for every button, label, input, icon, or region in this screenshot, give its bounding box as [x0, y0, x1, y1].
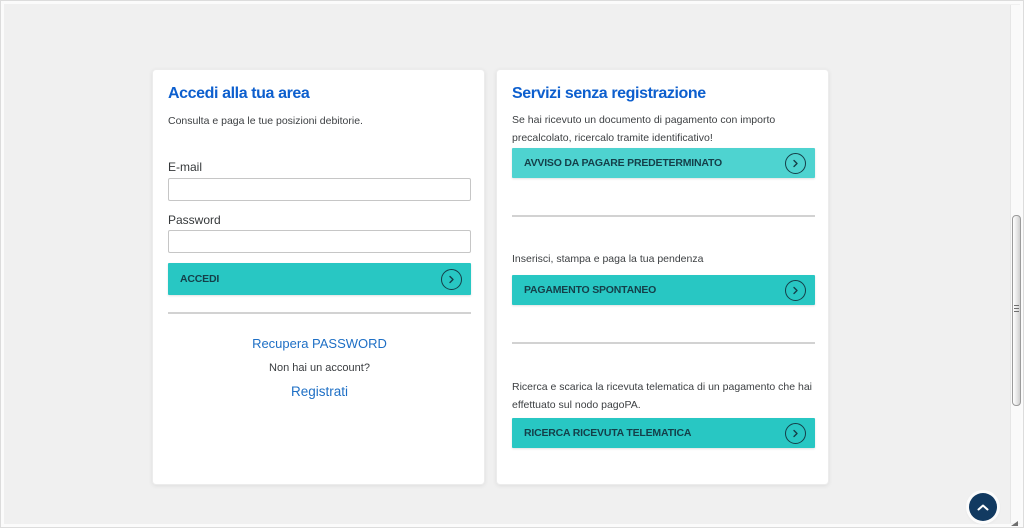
login-submit-label: ACCEDI — [180, 273, 219, 285]
button-label: PAGAMENTO SPONTANEO — [524, 284, 656, 296]
email-label: E-mail — [168, 160, 202, 174]
arrow-right-circle-icon — [785, 280, 806, 301]
no-account-text: Non hai un account? — [153, 362, 486, 374]
vertical-scrollbar-thumb[interactable] — [1012, 215, 1021, 406]
services-title: Servizi senza registrazione — [512, 85, 817, 103]
services-card: Servizi senza registrazione Se hai ricev… — [496, 69, 829, 485]
arrow-right-circle-icon — [785, 423, 806, 444]
service-description: Se hai ricevuto un documento di pagament… — [512, 112, 815, 148]
ricerca-ricevuta-button[interactable]: RICERCA RICEVUTA TELEMATICA — [512, 418, 815, 448]
email-input[interactable] — [168, 178, 471, 201]
recover-password-link[interactable]: Recupera PASSWORD — [153, 336, 486, 351]
vertical-scrollbar-track[interactable] — [1010, 5, 1021, 523]
login-card: Accedi alla tua area Consulta e paga le … — [152, 69, 485, 485]
login-submit-button[interactable]: ACCEDI — [168, 263, 471, 295]
password-label: Password — [168, 213, 221, 227]
cards-row: Accedi alla tua area Consulta e paga le … — [152, 69, 829, 485]
avviso-predeterminato-button[interactable]: AVVISO DA PAGARE PREDETERMINATO — [512, 148, 815, 178]
login-title: Accedi alla tua area — [168, 85, 473, 103]
page: Accedi alla tua area Consulta e paga le … — [0, 0, 1024, 528]
login-divider — [168, 312, 471, 314]
arrow-right-circle-icon — [785, 153, 806, 174]
password-input[interactable] — [168, 230, 471, 253]
button-label: AVVISO DA PAGARE PREDETERMINATO — [524, 157, 722, 169]
scroll-to-top-button[interactable] — [969, 493, 997, 521]
services-divider — [512, 342, 815, 344]
arrow-right-circle-icon — [441, 269, 462, 290]
chevron-up-icon — [976, 503, 990, 512]
services-divider — [512, 215, 815, 217]
pagamento-spontaneo-button[interactable]: PAGAMENTO SPONTANEO — [512, 275, 815, 305]
button-label: RICERCA RICEVUTA TELEMATICA — [524, 427, 691, 439]
service-description: Ricerca e scarica la ricevuta telematica… — [512, 379, 815, 415]
service-description: Inserisci, stampa e paga la tua pendenza — [512, 251, 815, 269]
scrollbar-grip-icon — [1014, 305, 1019, 314]
register-link[interactable]: Registrati — [153, 384, 486, 399]
login-subtitle: Consulta e paga le tue posizioni debitor… — [168, 113, 471, 131]
